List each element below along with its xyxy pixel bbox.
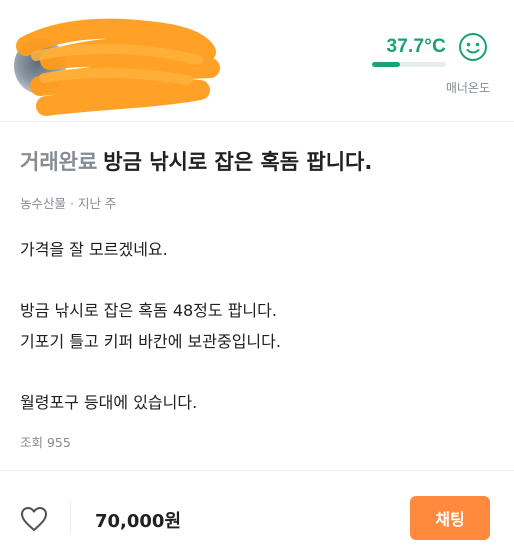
bottom-bar: 70,000원 채팅	[0, 470, 514, 545]
status-badge: 거래완료	[20, 150, 98, 174]
divider	[70, 501, 71, 535]
description-line: 방금 낚시로 잡은 혹돔 48정도 팝니다.	[20, 301, 277, 320]
posted-time: 지난 주	[77, 196, 117, 211]
heart-outline-icon[interactable]	[20, 506, 48, 532]
manner-temperature[interactable]: 37.7°C 매너온도	[356, 30, 496, 100]
redaction-scribble	[16, 18, 220, 116]
description-line: 기포기 틀고 키퍼 바칸에 보관중입니다.	[20, 332, 281, 351]
article-meta: 농수산물 · 지난 주	[20, 193, 116, 212]
description-line: 월령포구 등대에 있습니다.	[20, 393, 198, 412]
temperature-bar-fill	[372, 62, 401, 67]
article-title: 거래완료 방금 낚시로 잡은 혹돔 팝니다.	[20, 146, 372, 176]
price: 70,000원	[95, 511, 182, 532]
title-text: 방금 낚시로 잡은 혹돔 팝니다.	[103, 150, 373, 174]
manner-temperature-label: 매너온도	[445, 81, 490, 95]
description-line: 가격을 잘 모르겠네요.	[20, 240, 168, 259]
smiling-face-icon	[459, 33, 487, 61]
category-link[interactable]: 농수산물	[20, 196, 66, 211]
chat-button[interactable]: 채팅	[410, 496, 490, 540]
meta-separator: ·	[66, 196, 78, 211]
view-count: 조회 955	[20, 435, 71, 450]
seller-profile: 37.7°C 매너온도	[0, 0, 514, 122]
temperature-bar	[372, 62, 446, 67]
temperature-value: 37.7°C	[386, 36, 446, 57]
